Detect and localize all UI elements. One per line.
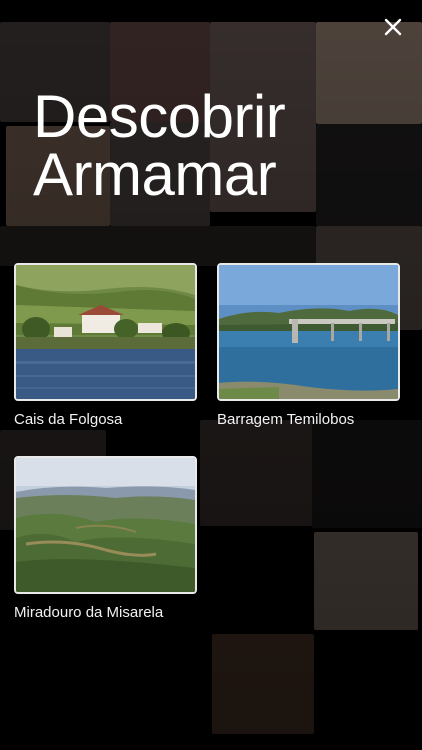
place-card-barragem-temilobos[interactable]: Barragem Temilobos [217, 263, 400, 429]
place-name: Miradouro da Misarela [14, 604, 164, 621]
close-button[interactable] [380, 14, 406, 40]
close-icon [384, 18, 402, 36]
dam-lake-photo [219, 265, 398, 399]
page-title: Descobrir Armamar [33, 87, 286, 205]
place-thumbnail[interactable] [14, 456, 197, 594]
place-card-cais-da-folgosa[interactable]: Cais da Folgosa [14, 263, 197, 429]
place-thumbnail[interactable] [14, 263, 197, 401]
page-title-line-2: Armamar [33, 141, 277, 208]
place-card-miradouro-da-misarela[interactable]: Miradouro da Misarela [14, 456, 197, 622]
place-name: Cais da Folgosa [14, 411, 123, 428]
river-village-photo [16, 265, 195, 399]
place-thumbnail[interactable] [217, 263, 400, 401]
page-title-line-1: Descobrir [33, 83, 286, 150]
valley-viewpoint-photo [16, 458, 195, 592]
place-name: Barragem Temilobos [217, 411, 355, 428]
